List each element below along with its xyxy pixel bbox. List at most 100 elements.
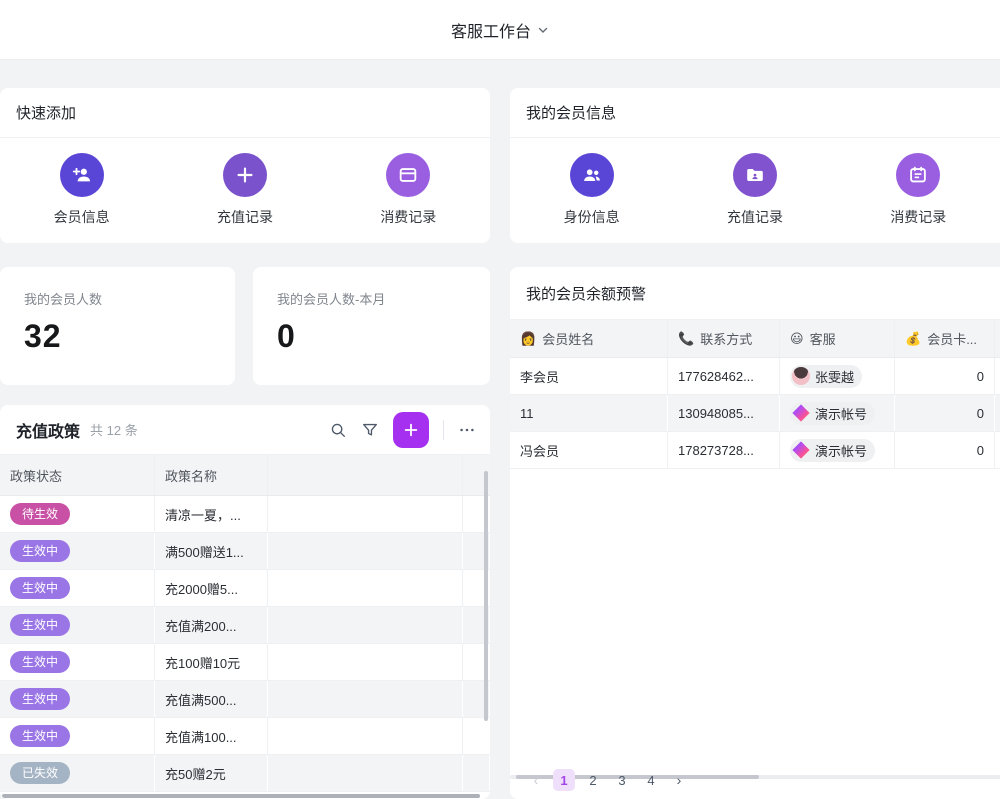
toolbar-divider: [443, 420, 444, 440]
table-row[interactable]: 李会员 177628462... 张雯越 0: [510, 358, 1000, 395]
member-name: 冯会员: [510, 432, 668, 468]
quick-add-consume-record[interactable]: 消费记录: [327, 153, 490, 227]
status-badge: 待生效: [10, 503, 70, 525]
horizontal-scrollbar[interactable]: [2, 794, 480, 798]
my-member-info-card: 我的会员信息 身份信息 充值记录 消费记录: [510, 88, 1000, 243]
add-record-button[interactable]: [393, 412, 429, 448]
recharge-policy-card: 充值政策 共 12 条 政策状态 政策名称: [0, 405, 490, 799]
folder-person-icon: [733, 153, 777, 197]
stat-card-total-members: 我的会员人数 32: [0, 267, 235, 385]
agent-pill: 演示帐号: [790, 439, 875, 462]
stat-value: 0: [277, 318, 466, 355]
status-badge: 生效中: [10, 725, 70, 747]
consume-record-action[interactable]: 消费记录: [837, 153, 1000, 227]
search-icon[interactable]: [329, 421, 347, 439]
pagination-page-1[interactable]: 1: [553, 769, 575, 791]
policy-table: 政策状态 政策名称 待生效 清凉一夏，... 生效中 满500赠送1... 生效…: [0, 455, 490, 792]
table-row[interactable]: 生效中 满500赠送1...: [0, 533, 490, 570]
card-icon: [386, 153, 430, 197]
table-row[interactable]: 11 130948085... 演示帐号 0: [510, 395, 1000, 432]
member-phone: 177628462...: [668, 358, 780, 394]
agent-name: 张雯越: [815, 367, 854, 386]
status-badge: 生效中: [10, 577, 70, 599]
pagination-prev-icon[interactable]: ‹: [526, 769, 546, 791]
pagination-next-icon[interactable]: ›: [669, 769, 689, 791]
card-balance: 0: [895, 432, 995, 468]
smiley-emoji-icon: 😃: [790, 331, 804, 347]
member-phone: 178273728...: [668, 432, 780, 468]
filter-icon[interactable]: [361, 421, 379, 439]
column-header-agent[interactable]: 😃 客服: [780, 320, 895, 357]
stat-label: 我的会员人数-本月: [277, 289, 466, 308]
quick-add-header: 快速添加: [0, 88, 490, 138]
recharge-record-action[interactable]: 充值记录: [673, 153, 836, 227]
policy-card-header: 充值政策 共 12 条: [0, 405, 490, 455]
status-badge: 生效中: [10, 614, 70, 636]
table-row[interactable]: 已失效 充50赠2元: [0, 755, 490, 792]
chevron-down-icon: [537, 24, 549, 36]
balance-table-header: 👩 会员姓名 📞 联系方式 😃 客服 💰 会员卡...: [510, 320, 1000, 358]
action-label: 充值记录: [727, 207, 783, 227]
table-row[interactable]: 生效中 充值满500...: [0, 681, 490, 718]
stat-label: 我的会员人数: [24, 289, 211, 308]
phone-emoji-icon: 📞: [678, 331, 694, 347]
quick-add-title: 快速添加: [16, 102, 76, 123]
action-label: 充值记录: [217, 207, 273, 227]
app-title-switcher[interactable]: 客服工作台: [451, 18, 549, 42]
balance-warning-title: 我的会员余额预警: [526, 283, 646, 304]
action-label: 消费记录: [380, 207, 436, 227]
policy-name: 充50赠2元: [155, 755, 268, 791]
table-row[interactable]: 生效中 充2000赠5...: [0, 570, 490, 607]
action-label: 身份信息: [564, 207, 620, 227]
stat-card-month-members: 我的会员人数-本月 0: [253, 267, 490, 385]
quick-add-recharge-record[interactable]: 充值记录: [163, 153, 326, 227]
column-header-card-balance[interactable]: 💰 会员卡...: [895, 320, 995, 357]
quick-add-card: 快速添加 会员信息 充值记录 消费记录: [0, 88, 490, 243]
status-badge: 生效中: [10, 540, 70, 562]
status-badge: 生效中: [10, 651, 70, 673]
column-header-contact[interactable]: 📞 联系方式: [668, 320, 780, 357]
vertical-scrollbar[interactable]: [484, 471, 488, 721]
avatar: [792, 441, 810, 459]
pagination-page-4[interactable]: 4: [640, 769, 662, 791]
pagination-page-3[interactable]: 3: [611, 769, 633, 791]
action-label: 消费记录: [890, 207, 946, 227]
my-member-info-header: 我的会员信息: [510, 88, 1000, 138]
policy-toolbar: [329, 412, 476, 448]
policy-name: 充值满500...: [155, 681, 268, 717]
policy-name: 充值满100...: [155, 718, 268, 754]
identity-info-action[interactable]: 身份信息: [510, 153, 673, 227]
more-icon[interactable]: [458, 421, 476, 439]
balance-warning-card: 我的会员余额预警 ··· 👩 会员姓名 📞 联系方式 😃 客服 💰: [510, 267, 1000, 799]
member-add-icon: [60, 153, 104, 197]
card-balance: 0: [895, 358, 995, 394]
top-bar: 客服工作台: [0, 0, 1000, 60]
table-row[interactable]: 冯会员 178273728... 演示帐号 0: [510, 432, 1000, 469]
column-header-empty: [268, 455, 463, 495]
policy-title: 充值政策: [16, 418, 80, 442]
column-header-member-name[interactable]: 👩 会员姓名: [510, 320, 668, 357]
action-label: 会员信息: [54, 207, 110, 227]
agent-name: 演示帐号: [815, 441, 867, 460]
column-header-name[interactable]: 政策名称: [155, 455, 268, 495]
balance-warning-table: 👩 会员姓名 📞 联系方式 😃 客服 💰 会员卡... 李会员: [510, 320, 1000, 469]
policy-name: 满500赠送1...: [155, 533, 268, 569]
customer-service-workbench: 客服工作台 快速添加 会员信息 充值记录: [0, 0, 1000, 799]
table-row[interactable]: 生效中 充值满100...: [0, 718, 490, 755]
table-row[interactable]: 待生效 清凉一夏，...: [0, 496, 490, 533]
table-row[interactable]: 生效中 充100赠10元: [0, 644, 490, 681]
avatar: [792, 367, 810, 385]
quick-add-member-info[interactable]: 会员信息: [0, 153, 163, 227]
column-header-status[interactable]: 政策状态: [0, 455, 155, 495]
member-name: 11: [510, 395, 668, 431]
pagination: ‹ 1 2 3 4 ›: [526, 769, 689, 791]
pagination-page-2[interactable]: 2: [582, 769, 604, 791]
woman-emoji-icon: 👩: [520, 331, 536, 347]
table-row[interactable]: 生效中 充值满200...: [0, 607, 490, 644]
policy-name: 清凉一夏，...: [155, 496, 268, 532]
policy-name: 充值满200...: [155, 607, 268, 643]
member-phone: 130948085...: [668, 395, 780, 431]
policy-name: 充100赠10元: [155, 644, 268, 680]
avatar: [792, 404, 810, 422]
agent-pill: 演示帐号: [790, 402, 875, 425]
